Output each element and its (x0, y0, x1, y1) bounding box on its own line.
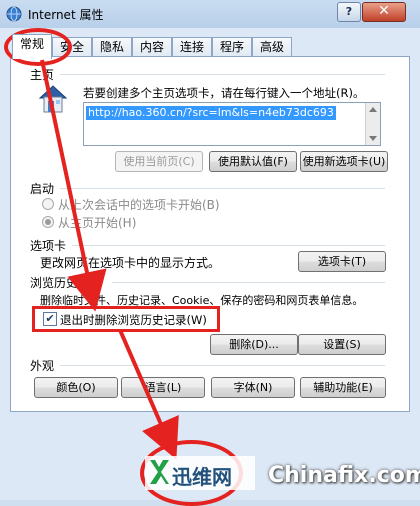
watermark-en: Chinafix.com (268, 463, 420, 488)
internet-properties-window: Internet 属性 ? ✕ 常规 安全 隐私 内容 连接 程序 高级 主页 … (0, 0, 420, 506)
watermark-logo (150, 460, 169, 484)
arrow-to-bottom (118, 329, 179, 460)
watermark-cn: 迅维网 (172, 465, 232, 489)
arrow-to-checkbox (40, 59, 107, 312)
annotation-arrows (40, 59, 179, 460)
tab-general[interactable]: 常规 (12, 34, 52, 59)
